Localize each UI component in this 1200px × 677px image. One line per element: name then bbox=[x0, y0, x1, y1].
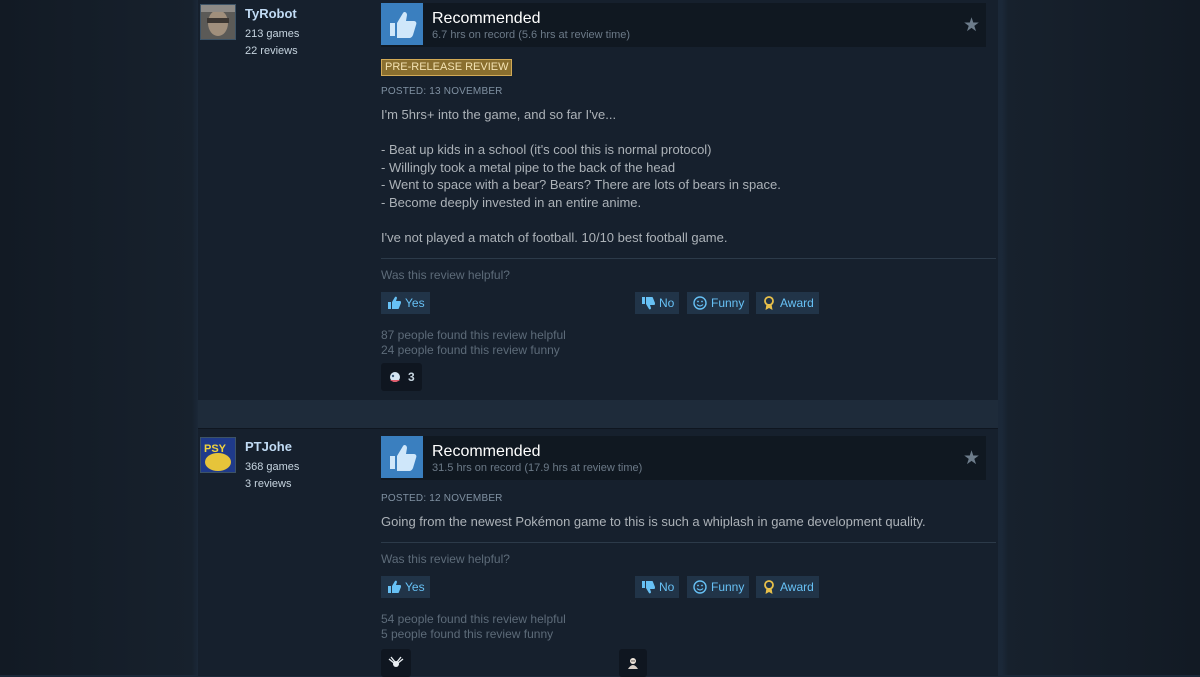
review-verdict-header[interactable]: Recommended 31.5 hrs on record (17.9 hrs… bbox=[381, 436, 986, 480]
review-card: PSY PTJohe 368 games 3 reviews Recommend… bbox=[198, 428, 998, 677]
found-funny: 24 people found this review funny bbox=[381, 343, 560, 357]
verdict-title: Recommended bbox=[432, 443, 541, 460]
username-link[interactable]: PTJohe bbox=[245, 439, 292, 454]
user-games-count[interactable]: 213 games bbox=[245, 28, 299, 40]
helpful-question: Was this review helpful? bbox=[381, 552, 510, 566]
yes-label: Yes bbox=[405, 296, 425, 310]
review-body: Going from the newest Pokémon game to th… bbox=[381, 514, 926, 529]
pre-release-badge: PRE-RELEASE REVIEW bbox=[381, 59, 513, 76]
award-button[interactable]: Award bbox=[756, 576, 819, 598]
review-verdict-header[interactable]: Recommended 6.7 hrs on record (5.6 hrs a… bbox=[381, 3, 986, 47]
posted-date: POSTED: 13 NOVEMBER bbox=[381, 86, 503, 97]
thumbs-up-icon bbox=[381, 3, 423, 45]
award-reaction[interactable]: 3 bbox=[381, 363, 422, 391]
divider bbox=[381, 258, 996, 259]
award-count: 3 bbox=[408, 370, 415, 384]
user-avatar[interactable] bbox=[200, 4, 236, 40]
funny-label: Funny bbox=[711, 296, 745, 310]
posted-date: POSTED: 12 NOVEMBER bbox=[381, 493, 503, 504]
psyduck-avatar-icon: PSY bbox=[201, 438, 235, 472]
yes-button[interactable]: Yes bbox=[381, 576, 430, 598]
user-games-count[interactable]: 368 games bbox=[245, 461, 299, 473]
yes-label: Yes bbox=[405, 580, 425, 594]
review-card: TyRobot 213 games 22 reviews Recommended… bbox=[198, 0, 998, 400]
user-reviews-count[interactable]: 3 reviews bbox=[245, 478, 291, 490]
found-funny: 5 people found this review funny bbox=[381, 627, 554, 641]
helpful-question: Was this review helpful? bbox=[381, 268, 510, 282]
thumbs-down-icon bbox=[640, 579, 656, 595]
funny-label: Funny bbox=[711, 580, 745, 594]
no-button[interactable]: No bbox=[635, 292, 680, 314]
award-icon bbox=[390, 372, 400, 382]
star-icon[interactable]: ★ bbox=[963, 14, 980, 37]
found-helpful: 54 people found this review helpful bbox=[381, 612, 566, 626]
funny-button[interactable]: Funny bbox=[687, 292, 750, 314]
thumbs-up-icon bbox=[381, 436, 423, 478]
user-avatar[interactable]: PSY bbox=[200, 437, 236, 473]
award-ribbon-icon bbox=[761, 295, 777, 311]
thumbs-up-icon bbox=[386, 579, 402, 595]
award-button[interactable]: Award bbox=[756, 292, 819, 314]
award-icon bbox=[628, 658, 638, 669]
divider bbox=[381, 542, 996, 543]
user-reviews-count[interactable]: 22 reviews bbox=[245, 45, 298, 57]
verdict-title: Recommended bbox=[432, 10, 541, 27]
no-label: No bbox=[659, 296, 675, 310]
photo-avatar-icon bbox=[201, 5, 235, 39]
svg-text:PSY: PSY bbox=[204, 443, 227, 455]
award-ribbon-icon bbox=[761, 579, 777, 595]
no-button[interactable]: No bbox=[635, 576, 680, 598]
star-icon[interactable]: ★ bbox=[963, 447, 980, 470]
found-helpful: 87 people found this review helpful bbox=[381, 328, 566, 342]
award-label: Award bbox=[780, 296, 814, 310]
thumbs-up-icon bbox=[386, 295, 402, 311]
review-separator bbox=[198, 400, 998, 428]
no-label: No bbox=[659, 580, 675, 594]
thumbs-down-icon bbox=[640, 295, 656, 311]
smiley-icon bbox=[692, 295, 708, 311]
yes-button[interactable]: Yes bbox=[381, 292, 430, 314]
review-body: I'm 5hrs+ into the game, and so far I've… bbox=[381, 107, 781, 245]
funny-button[interactable]: Funny bbox=[687, 576, 750, 598]
award-label: Award bbox=[780, 580, 814, 594]
smiley-icon bbox=[692, 579, 708, 595]
username-link[interactable]: TyRobot bbox=[245, 6, 297, 21]
award-icon bbox=[388, 656, 404, 667]
hours-on-record: 31.5 hrs on record (17.9 hrs at review t… bbox=[432, 462, 643, 474]
hours-on-record: 6.7 hrs on record (5.6 hrs at review tim… bbox=[432, 29, 631, 41]
award-reaction[interactable] bbox=[619, 649, 647, 677]
award-reaction[interactable] bbox=[381, 649, 411, 677]
